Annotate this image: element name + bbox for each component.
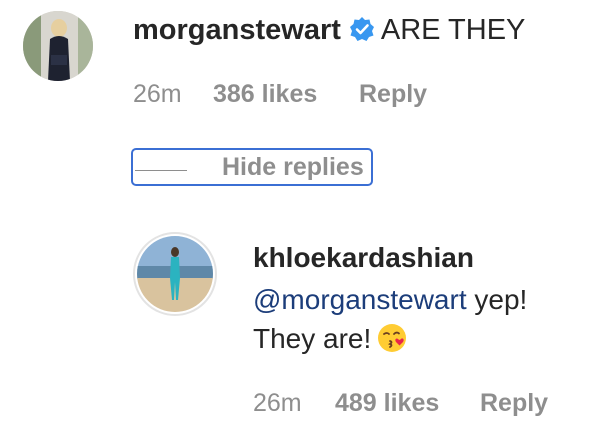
reply-text-line1: yep! bbox=[466, 284, 528, 315]
comment-meta: 26m 386 likes Reply bbox=[133, 80, 427, 109]
reply-timestamp: 26m bbox=[253, 389, 302, 417]
mention-link[interactable]: @morganstewart bbox=[253, 284, 467, 315]
hide-replies-label: Hide replies bbox=[222, 153, 364, 181]
reply-meta: 26m 489 likes Reply bbox=[253, 389, 548, 418]
reply-text-line2: They are! bbox=[253, 323, 372, 354]
comment-text: ARE THEY bbox=[380, 14, 526, 46]
reply-text: @morganstewart yep! They are! bbox=[253, 280, 593, 358]
verified-badge-icon bbox=[349, 15, 375, 41]
comment-username[interactable]: morganstewart bbox=[133, 14, 341, 46]
kissing-face-with-heart-icon bbox=[377, 323, 407, 353]
reply-reply-button[interactable]: Reply bbox=[480, 389, 548, 418]
comment-likes-link[interactable]: 386 likes bbox=[213, 80, 359, 109]
avatar-khloekardashian[interactable] bbox=[131, 230, 219, 318]
avatar-morganstewart[interactable] bbox=[23, 11, 93, 81]
hide-replies-button[interactable]: Hide replies bbox=[131, 148, 373, 186]
comment-timestamp: 26m bbox=[133, 80, 182, 108]
comment-reply-button[interactable]: Reply bbox=[359, 80, 427, 109]
comment-line: morganstewart ARE THEY bbox=[133, 12, 525, 48]
reply-username[interactable]: khloekardashian bbox=[253, 240, 474, 276]
reply-likes-link[interactable]: 489 likes bbox=[335, 389, 480, 418]
hide-replies-divider bbox=[135, 170, 187, 171]
